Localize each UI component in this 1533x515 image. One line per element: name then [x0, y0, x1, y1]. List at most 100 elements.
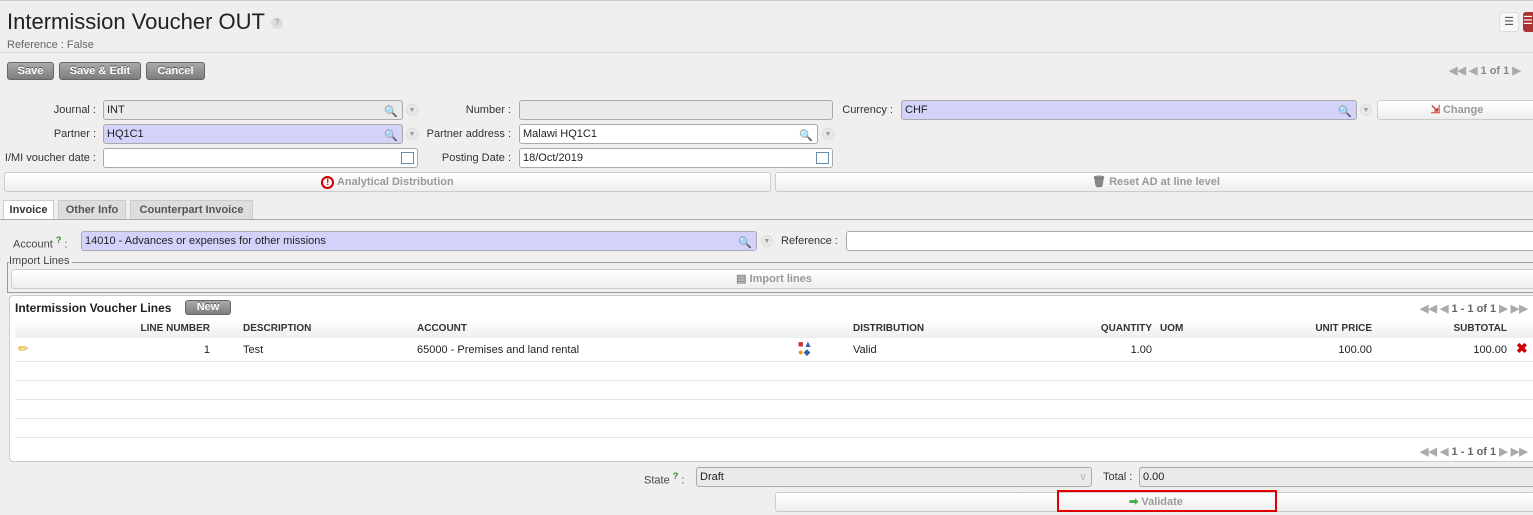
- journal-label: Journal :: [53, 104, 96, 116]
- list-view-icon[interactable]: ☰: [1499, 12, 1519, 32]
- col-subtotal[interactable]: SUBTOTAL: [1400, 323, 1507, 334]
- next-icon[interactable]: ▶: [1512, 65, 1520, 77]
- tab-invoice[interactable]: Invoice: [3, 200, 54, 220]
- save-edit-button[interactable]: Save & Edit: [59, 62, 141, 80]
- record-pager: ◀◀ ◀ 1 of 1 ▶: [1449, 64, 1521, 77]
- col-unit-price[interactable]: UNIT PRICE: [1250, 323, 1372, 334]
- cell-unit-price: 100.00: [1338, 344, 1372, 356]
- tab-other-info[interactable]: Other Info: [58, 200, 126, 219]
- delete-icon[interactable]: ✖: [1516, 340, 1528, 357]
- lines-pager-top: ◀◀ ◀ 1 - 1 of 1 ▶ ▶▶: [1420, 302, 1528, 315]
- reset-ad-label: Reset AD at line level: [1109, 176, 1220, 188]
- tab-border: [0, 219, 1533, 220]
- reset-icon: 🗑: [1092, 176, 1107, 188]
- col-account[interactable]: ACCOUNT: [417, 323, 467, 334]
- account-label: Account ? :: [13, 235, 68, 251]
- distribution-icon[interactable]: ■▲ ●◆: [798, 340, 814, 357]
- account-value: 14010 - Advances or expenses for other m…: [85, 235, 326, 247]
- row-divider: [15, 399, 1533, 400]
- next-icon[interactable]: ▶: [1499, 446, 1507, 458]
- row-divider: [15, 437, 1533, 438]
- change-currency-button[interactable]: ⇲ Change: [1377, 100, 1533, 120]
- prev-icon[interactable]: ◀: [1440, 303, 1448, 315]
- cell-line-number: 1: [203, 344, 210, 356]
- partner-address-value: Malawi HQ1C1: [523, 128, 597, 140]
- currency-value: CHF: [905, 104, 928, 116]
- import-icon: ▤: [736, 273, 747, 285]
- col-uom[interactable]: UOM: [1160, 323, 1183, 334]
- partner-address-dropdown-icon[interactable]: ▼: [822, 128, 834, 140]
- help-icon[interactable]: ?: [270, 17, 283, 30]
- pager-text: 1 of 1: [1480, 65, 1510, 77]
- number-input[interactable]: [519, 100, 833, 120]
- search-icon[interactable]: 🔍: [384, 127, 398, 145]
- new-line-button[interactable]: New: [185, 300, 231, 315]
- journal-dropdown-icon[interactable]: ▼: [406, 104, 418, 116]
- cell-account: 65000 - Premises and land rental: [417, 344, 580, 356]
- partner-address-input[interactable]: Malawi HQ1C1 🔍: [519, 124, 818, 144]
- reset-ad-button[interactable]: 🗑 Reset AD at line level: [775, 172, 1533, 192]
- state-value: Draft: [700, 471, 724, 483]
- next-icon[interactable]: ▶: [1499, 303, 1507, 315]
- analytical-distribution-button[interactable]: ! Analytical Distribution: [4, 172, 771, 192]
- page-title: Intermission Voucher OUT?: [7, 9, 283, 35]
- journal-input[interactable]: INT 🔍: [103, 100, 403, 120]
- state-label: State ? :: [644, 471, 685, 487]
- account-input[interactable]: 14010 - Advances or expenses for other m…: [81, 231, 757, 251]
- cancel-button[interactable]: Cancel: [146, 62, 205, 80]
- calendar-icon[interactable]: [401, 152, 414, 164]
- divider: [0, 52, 1533, 53]
- total-input[interactable]: 0.00: [1139, 467, 1533, 487]
- reference-text: Reference : False: [7, 39, 94, 51]
- col-line-number[interactable]: LINE NUMBER: [100, 323, 210, 334]
- edit-pencil-icon[interactable]: ✏: [18, 341, 29, 357]
- partner-label: Partner :: [53, 128, 96, 140]
- account-dropdown-icon[interactable]: ▼: [761, 235, 773, 247]
- col-description[interactable]: DESCRIPTION: [243, 323, 311, 334]
- pager-text: 1 - 1 of 1: [1451, 303, 1497, 315]
- top-border: [0, 0, 1533, 1]
- state-select[interactable]: Draft ∨: [696, 467, 1092, 487]
- col-quantity[interactable]: QUANTITY: [1050, 323, 1152, 334]
- reference-input[interactable]: [846, 231, 1533, 251]
- search-icon[interactable]: 🔍: [799, 127, 813, 145]
- calendar-icon[interactable]: [816, 152, 829, 164]
- voucher-date-input[interactable]: [103, 148, 418, 168]
- last-icon[interactable]: ▶▶: [1511, 446, 1528, 458]
- search-icon[interactable]: 🔍: [1338, 103, 1352, 121]
- row-divider: [15, 418, 1533, 419]
- save-button[interactable]: Save: [7, 62, 54, 80]
- cell-distribution: Valid: [853, 344, 877, 356]
- help-icon[interactable]: ?: [56, 235, 62, 245]
- total-label: Total :: [1103, 471, 1133, 483]
- form-view-icon[interactable]: ☰: [1523, 12, 1533, 32]
- first-icon[interactable]: ◀◀: [1420, 446, 1437, 458]
- posting-date-value: 18/Oct/2019: [523, 152, 583, 164]
- change-icon: ⇲: [1430, 104, 1440, 116]
- help-icon[interactable]: ?: [673, 471, 679, 481]
- currency-dropdown-icon[interactable]: ▼: [1360, 104, 1372, 116]
- cell-description: Test: [243, 344, 264, 356]
- currency-label: Currency :: [842, 104, 893, 116]
- currency-input[interactable]: CHF 🔍: [901, 100, 1357, 120]
- prev-icon[interactable]: ◀: [1469, 65, 1477, 77]
- chevron-down-icon: ∨: [1078, 471, 1087, 483]
- first-icon[interactable]: ◀◀: [1420, 303, 1437, 315]
- lines-pager-bottom: ◀◀ ◀ 1 - 1 of 1 ▶ ▶▶: [1420, 445, 1528, 458]
- last-icon[interactable]: ▶▶: [1511, 303, 1528, 315]
- warning-icon: !: [321, 175, 335, 189]
- search-icon[interactable]: 🔍: [738, 234, 752, 252]
- posting-date-input[interactable]: 18/Oct/2019: [519, 148, 833, 168]
- voucher-date-label: I/MI voucher date :: [4, 152, 96, 164]
- cell-quantity: 1.00: [1130, 344, 1152, 356]
- col-distribution[interactable]: DISTRIBUTION: [853, 323, 924, 334]
- import-lines-button[interactable]: ▤ Import lines: [11, 269, 1533, 289]
- account-label-text: Account: [13, 238, 53, 251]
- first-icon[interactable]: ◀◀: [1449, 65, 1466, 77]
- tab-counterpart-invoice[interactable]: Counterpart Invoice: [130, 200, 253, 219]
- prev-icon[interactable]: ◀: [1440, 446, 1448, 458]
- import-lines-label: Import lines: [749, 273, 812, 285]
- search-icon[interactable]: 🔍: [384, 103, 398, 121]
- number-label: Number :: [465, 104, 511, 116]
- partner-input[interactable]: HQ1C1 🔍: [103, 124, 403, 144]
